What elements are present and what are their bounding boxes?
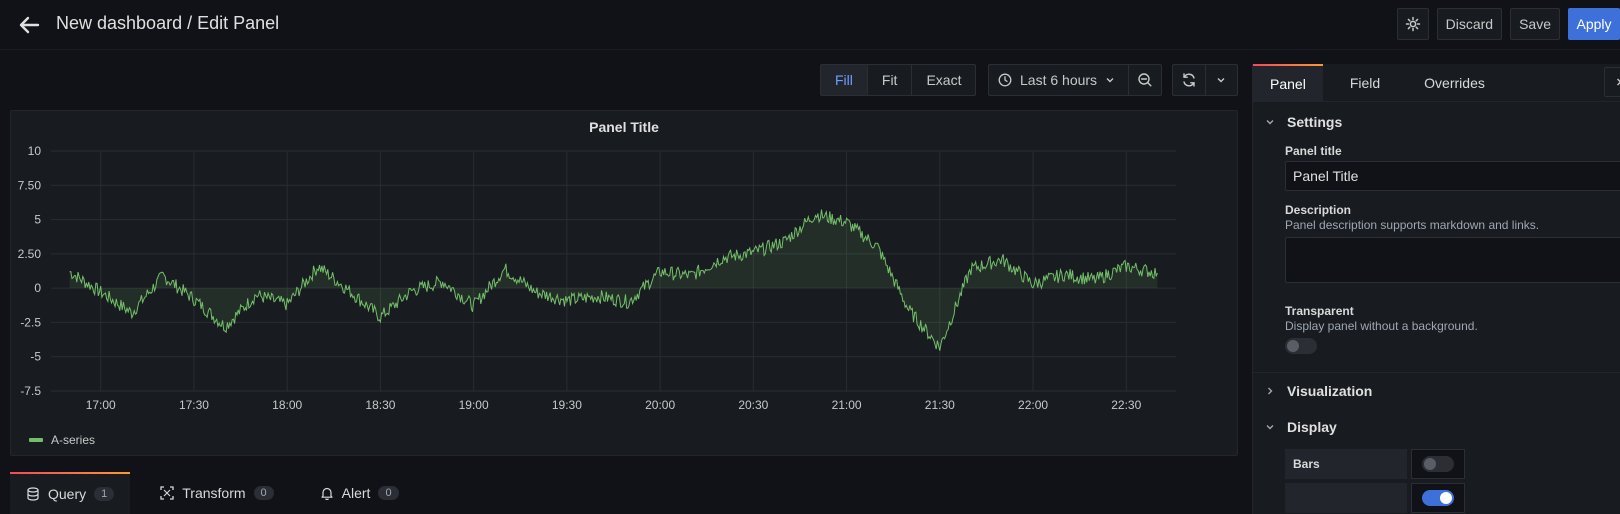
transparent-toggle[interactable]	[1285, 338, 1317, 354]
chevron-down-icon	[1106, 78, 1114, 83]
transparent-help: Display panel without a background.	[1285, 319, 1478, 333]
x-tick-label: 19:00	[459, 398, 489, 412]
refresh-interval-button[interactable]	[1206, 65, 1238, 95]
y-tick-label: -7.5	[20, 384, 41, 398]
bars-toggle[interactable]	[1422, 456, 1454, 472]
y-tick-label: 7.50	[18, 178, 42, 192]
save-button[interactable]: Save	[1510, 8, 1560, 40]
chevron-right-icon	[1617, 78, 1620, 86]
view-mode-group: Fill Fit Exact	[820, 64, 977, 96]
x-tick-label: 21:00	[832, 398, 862, 412]
transparent-label: Transparent	[1285, 304, 1354, 318]
refresh-picker	[1172, 64, 1238, 96]
view-mode-fit[interactable]: Fit	[868, 65, 913, 95]
x-tick-label: 20:30	[738, 398, 768, 412]
visualization-label: Visualization	[1287, 383, 1373, 399]
x-tick-label: 19:30	[552, 398, 582, 412]
tab-panel[interactable]: Panel	[1253, 64, 1323, 101]
display-section-header[interactable]: Display	[1253, 409, 1620, 445]
bell-icon	[321, 487, 333, 500]
lines-toggle[interactable]	[1422, 490, 1454, 506]
collapse-options-button[interactable]	[1604, 67, 1620, 97]
time-range-button[interactable]: Last 6 hours	[989, 65, 1129, 95]
tab-transform-label: Transform	[182, 485, 246, 501]
x-tick-label: 17:00	[86, 398, 116, 412]
transform-icon	[160, 486, 174, 500]
y-tick-label: -2.5	[20, 315, 41, 329]
chevron-down-icon	[1266, 120, 1274, 125]
description-help: Panel description supports markdown and …	[1285, 218, 1540, 232]
y-tick-label: 0	[34, 281, 41, 295]
refresh-button[interactable]	[1173, 65, 1206, 95]
page-title: New dashboard / Edit Panel	[56, 13, 280, 33]
x-tick-label: 22:00	[1018, 398, 1048, 412]
options-tabs: Panel Field Overrides	[1253, 64, 1620, 102]
time-range-label: Last 6 hours	[1020, 72, 1098, 88]
description-label: Description	[1285, 203, 1352, 217]
tab-query-count: 1	[94, 487, 115, 501]
tab-transform-count: 0	[253, 486, 274, 500]
tab-field[interactable]: Field	[1333, 64, 1397, 101]
zoom-out-icon	[1138, 73, 1152, 87]
chevron-down-icon	[1266, 425, 1274, 430]
lines-label	[1285, 483, 1407, 513]
tab-alert-count: 0	[378, 486, 399, 500]
tab-query[interactable]: Query 1	[10, 472, 131, 514]
arrow-left-icon	[19, 16, 40, 34]
y-tick-label: 5	[34, 213, 41, 227]
lines-toggle-wrapper	[1411, 483, 1465, 513]
y-tick-label: -5	[30, 350, 41, 364]
tab-overrides[interactable]: Overrides	[1407, 64, 1502, 101]
series-area	[69, 209, 1158, 351]
graph-panel: Panel Title 10 7.50 5 2.50 0 -2.5 -5 -7.5 17:00 1…	[10, 110, 1238, 456]
display-label: Display	[1287, 419, 1337, 435]
chevron-right-icon	[1268, 387, 1273, 395]
legend-item[interactable]: A-series	[29, 433, 95, 447]
x-tick-label: 18:00	[272, 398, 302, 412]
x-tick-label: 18:30	[365, 398, 395, 412]
x-tick-label: 21:30	[925, 398, 955, 412]
visualization-section-header[interactable]: Visualization	[1253, 373, 1620, 409]
apply-button[interactable]: Apply	[1568, 8, 1620, 40]
back-button[interactable]	[14, 10, 44, 40]
x-tick-label: 22:30	[1111, 398, 1141, 412]
query-tabs: Query 1 Transform 0 Alert 0	[10, 472, 429, 514]
discard-button[interactable]: Discard	[1436, 8, 1503, 40]
panel-options-pane: Panel Field Overrides Settings Panel tit…	[1252, 64, 1620, 514]
zoom-out-button[interactable]	[1129, 65, 1161, 95]
view-mode-exact[interactable]: Exact	[912, 65, 975, 95]
view-mode-fill[interactable]: Fill	[821, 65, 868, 95]
tab-transform[interactable]: Transform 0	[144, 472, 289, 514]
x-tick-label: 20:00	[645, 398, 675, 412]
clock-icon	[998, 73, 1012, 87]
refresh-icon	[1183, 73, 1195, 87]
tab-alert-label: Alert	[341, 485, 371, 501]
time-picker: Last 6 hours	[988, 64, 1162, 96]
bars-toggle-wrapper	[1411, 449, 1465, 479]
settings-section-header[interactable]: Settings	[1253, 104, 1620, 140]
settings-label: Settings	[1287, 114, 1343, 130]
gear-icon	[1405, 16, 1420, 32]
settings-button[interactable]	[1396, 8, 1429, 40]
bars-label: Bars	[1285, 449, 1407, 479]
panel-title-label: Panel title	[1285, 144, 1342, 158]
chevron-down-icon	[1217, 78, 1225, 83]
legend-swatch	[29, 438, 43, 442]
time-series-chart[interactable]: 10 7.50 5 2.50 0 -2.5 -5 -7.5 17:00 17:30 18:00 18:…	[11, 111, 1239, 431]
tab-alert[interactable]: Alert 0	[304, 472, 415, 514]
panel-title-input[interactable]	[1285, 161, 1620, 191]
description-textarea[interactable]	[1285, 237, 1620, 283]
y-tick-label: 10	[28, 144, 42, 158]
database-icon	[27, 487, 39, 501]
top-bar: New dashboard / Edit Panel Discard Save …	[0, 0, 1620, 50]
y-tick-label: 2.50	[18, 247, 42, 261]
tab-query-label: Query	[48, 486, 87, 502]
x-tick-label: 17:30	[179, 398, 209, 412]
legend-label: A-series	[51, 433, 96, 447]
